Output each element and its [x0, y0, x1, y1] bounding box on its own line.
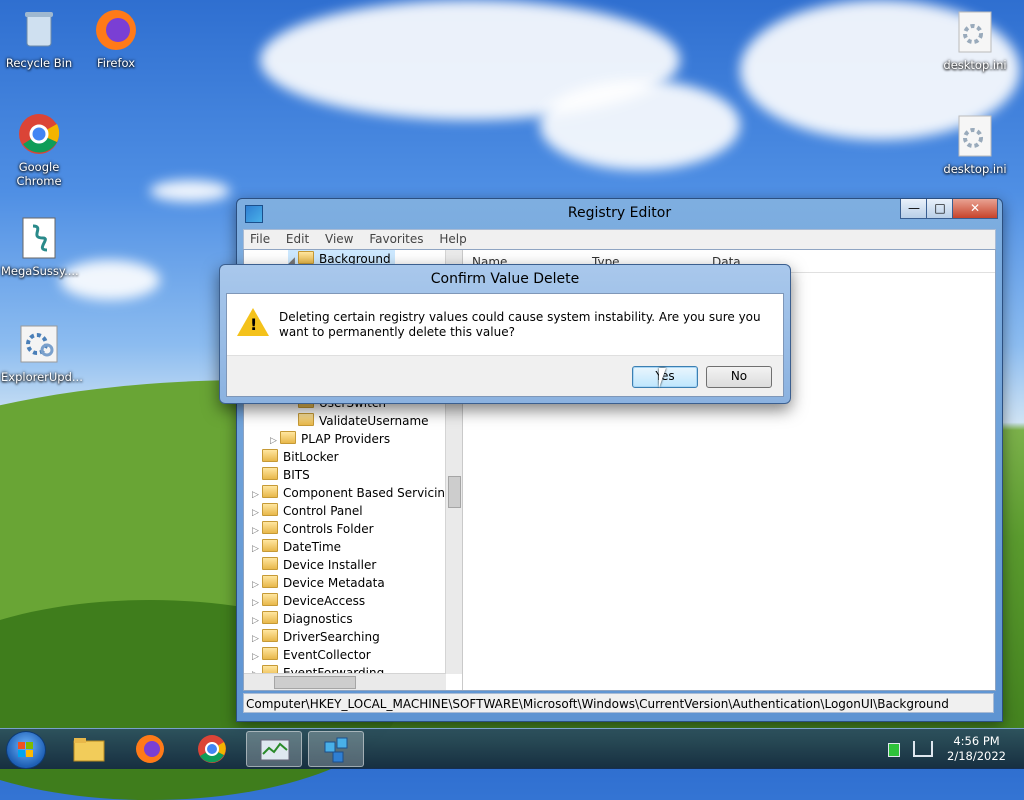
taskbar-file-explorer[interactable] — [60, 731, 116, 767]
window-titlebar[interactable]: Registry Editor — □ ✕ — [237, 199, 1002, 227]
menu-bar: File Edit View Favorites Help — [243, 229, 996, 250]
taskbar-firefox[interactable] — [122, 731, 178, 767]
desktop-icon-megasussy[interactable]: MegaSussy.... — [1, 216, 79, 278]
desktop-icon-label: ExplorerUpd... — [1, 370, 83, 384]
menu-help[interactable]: Help — [433, 230, 472, 246]
taskbar-regedit[interactable] — [308, 731, 364, 767]
no-button[interactable]: No — [706, 366, 772, 388]
desktop-icon-label: Google Chrome — [16, 160, 62, 188]
desktop-icon-label: desktop.ini — [943, 162, 1007, 176]
windows-logo-icon — [18, 742, 33, 757]
batch-file-icon — [17, 216, 61, 260]
status-bar-path: Computer\HKEY_LOCAL_MACHINE\SOFTWARE\Mic… — [243, 693, 994, 713]
tree-item[interactable]: BITS — [262, 466, 310, 484]
folder-icon — [262, 449, 278, 462]
tree-item[interactable]: ▷ Control Panel — [252, 502, 363, 520]
dialog-body: ! Deleting certain registry values could… — [226, 293, 784, 397]
dialog-button-bar: Yes No — [227, 355, 783, 396]
clock-date: 2/18/2022 — [947, 749, 1006, 763]
taskbar-task-manager[interactable] — [246, 731, 302, 767]
desktop-icon-desktop-ini-2[interactable]: desktop.ini — [937, 114, 1013, 176]
tree-item[interactable]: ▷ PLAP Providers — [270, 430, 390, 448]
regedit-icon — [324, 737, 348, 763]
settings-file-icon — [17, 322, 61, 366]
folder-icon — [280, 431, 296, 444]
taskbar-chrome[interactable] — [184, 731, 240, 767]
close-button[interactable]: ✕ — [952, 199, 998, 219]
desktop-icon-label: Firefox — [96, 56, 136, 70]
tree-item[interactable]: ▷ DeviceAccess — [252, 592, 365, 610]
desktop-icon-explorerupd[interactable]: ExplorerUpd... — [1, 322, 83, 384]
maximize-button[interactable]: □ — [926, 199, 954, 219]
battery-tray-icon[interactable] — [888, 743, 900, 757]
settings-file-icon — [953, 10, 997, 54]
folder-icon — [262, 539, 278, 552]
tree-horizontal-scrollbar[interactable] — [244, 673, 446, 690]
folder-icon — [262, 503, 278, 516]
scroll-thumb[interactable] — [274, 676, 356, 689]
expand-arrow-icon[interactable]: ▷ — [252, 540, 262, 558]
folder-icon — [262, 611, 278, 624]
file-explorer-icon — [73, 738, 105, 762]
system-clock[interactable]: 4:56 PM 2/18/2022 — [947, 734, 1006, 764]
settings-file-icon — [953, 114, 997, 158]
warning-exclamation: ! — [250, 315, 258, 334]
tree-item[interactable]: ValidateUsername — [298, 412, 429, 430]
confirm-delete-dialog: Confirm Value Delete ! Deleting certain … — [219, 264, 791, 404]
folder-icon — [262, 485, 278, 498]
window-title: Registry Editor — [567, 205, 672, 221]
folder-icon — [262, 593, 278, 606]
desktop-icon-label: MegaSussy.... — [1, 264, 79, 278]
firefox-icon — [136, 735, 164, 763]
tree-item[interactable]: ▷ Controls Folder — [252, 520, 374, 538]
desktop-icon-recycle-bin[interactable]: Recycle Bin — [1, 8, 77, 70]
folder-icon — [262, 521, 278, 534]
clock-time: 4:56 PM — [953, 734, 1000, 748]
network-tray-icon[interactable] — [913, 741, 933, 757]
scroll-thumb[interactable] — [448, 476, 461, 508]
menu-view[interactable]: View — [319, 230, 359, 246]
start-button[interactable] — [6, 731, 46, 769]
folder-icon — [262, 629, 278, 642]
folder-icon — [262, 467, 278, 480]
taskbar: 4:56 PM 2/18/2022 — [0, 728, 1024, 769]
folder-icon — [262, 647, 278, 660]
folder-icon — [262, 575, 278, 588]
firefox-icon — [94, 8, 138, 52]
desktop-icon-firefox[interactable]: Firefox — [78, 8, 154, 70]
folder-icon — [298, 251, 314, 264]
dialog-title: Confirm Value Delete — [430, 271, 580, 287]
tree-item[interactable]: Device Installer — [262, 556, 376, 574]
chrome-icon — [17, 112, 61, 156]
chrome-icon — [198, 735, 226, 763]
menu-favorites[interactable]: Favorites — [363, 230, 429, 246]
menu-edit[interactable]: Edit — [280, 230, 315, 246]
desktop-icon-label: Recycle Bin — [5, 56, 73, 70]
tree-item[interactable]: ▷ DateTime — [252, 538, 341, 556]
dialog-message: Deleting certain registry values could c… — [279, 310, 761, 339]
folder-icon — [262, 557, 278, 570]
desktop-icon-chrome[interactable]: Google Chrome — [1, 112, 77, 188]
desktop-icon-desktop-ini-1[interactable]: desktop.ini — [937, 10, 1013, 72]
tree-item[interactable]: ▷ Device Metadata — [252, 574, 385, 592]
desktop-icon-label: desktop.ini — [943, 58, 1007, 72]
recycle-bin-icon — [17, 8, 61, 52]
mouse-cursor-icon — [659, 368, 666, 388]
tree-item[interactable]: ▷ EventCollector — [252, 646, 371, 664]
tree-item[interactable]: ▷ Component Based Servicing — [252, 484, 453, 502]
folder-icon — [298, 413, 314, 426]
menu-file[interactable]: File — [244, 230, 276, 246]
tree-item[interactable]: ▷ DriverSearching — [252, 628, 380, 646]
tree-item[interactable]: ▷ Diagnostics — [252, 610, 353, 628]
task-manager-icon — [260, 739, 290, 761]
minimize-button[interactable]: — — [900, 199, 928, 219]
tree-item[interactable]: BitLocker — [262, 448, 339, 466]
